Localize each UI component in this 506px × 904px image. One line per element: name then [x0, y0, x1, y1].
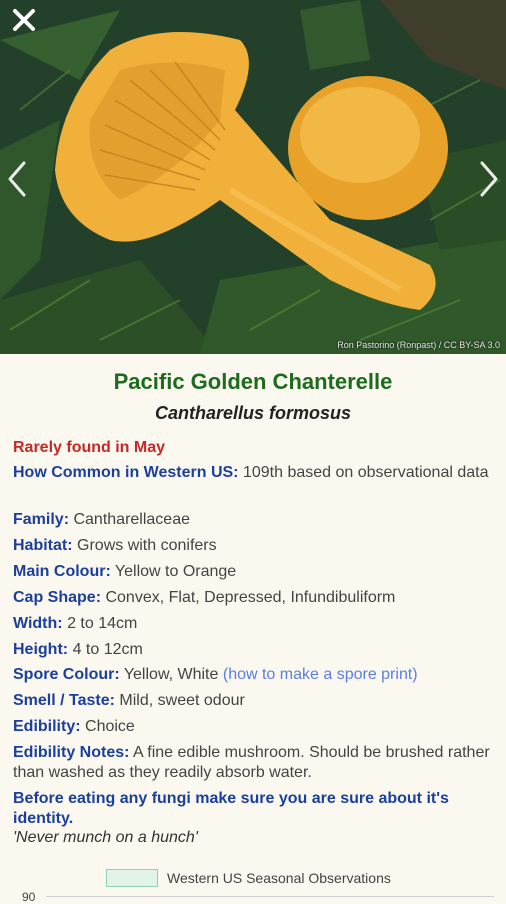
edibility-row: Edibility: Choice — [13, 717, 495, 737]
width-label: Width: — [13, 615, 63, 632]
edibility-notes-row: Edibility Notes: A fine edible mushroom.… — [13, 743, 495, 783]
habitat-value: Grows with conifers — [77, 537, 217, 554]
height-row: Height: 4 to 12cm — [13, 640, 495, 660]
rarity-notice: Rarely found in May — [13, 439, 166, 456]
chevron-right-icon — [480, 161, 498, 197]
width-row: Width: 2 to 14cm — [13, 614, 495, 634]
spore-colour-value: Yellow, White — [123, 666, 219, 683]
next-image-button[interactable] — [478, 160, 500, 198]
chart-y-tick: 90 — [22, 890, 36, 904]
close-icon — [13, 9, 35, 31]
chart-gridline — [46, 896, 494, 897]
chart-legend: Western US Seasonal Observations — [106, 868, 391, 888]
cap-shape-row: Cap Shape: Convex, Flat, Depressed, Infu… — [13, 588, 495, 608]
how-common-label: How Common in Western US: — [13, 464, 239, 481]
chevron-left-icon — [8, 161, 26, 197]
edibility-value: Choice — [85, 718, 135, 735]
how-common-value: 109th based on observational data — [242, 464, 489, 481]
spore-print-link[interactable]: (how to make a spore print) — [223, 666, 418, 683]
smell-row: Smell / Taste: Mild, sweet odour — [13, 691, 495, 711]
width-value: 2 to 14cm — [67, 615, 138, 632]
family-value: Cantharellaceae — [73, 511, 190, 528]
smell-label: Smell / Taste: — [13, 692, 115, 709]
edibility-notes-label: Edibility Notes: — [13, 744, 130, 761]
how-common-row: How Common in Western US: 109th based on… — [13, 463, 495, 483]
close-button[interactable] — [10, 6, 38, 34]
species-common-name: Pacific Golden Chanterelle — [113, 369, 393, 394]
mushroom-photo-image — [0, 0, 506, 354]
family-label: Family: — [13, 511, 70, 528]
habitat-label: Habitat: — [13, 537, 73, 554]
spore-colour-row: Spore Colour: Yellow, White (how to make… — [13, 665, 495, 685]
height-label: Height: — [13, 641, 69, 658]
safety-quote: 'Never munch on a hunch' — [13, 829, 198, 846]
height-value: 4 to 12cm — [72, 641, 143, 658]
species-latin-name: Cantharellus formosus — [154, 403, 352, 423]
edibility-label: Edibility: — [13, 718, 81, 735]
legend-label: Western US Seasonal Observations — [167, 870, 391, 886]
safety-warning: Before eating any fungi make sure you ar… — [13, 790, 449, 827]
photo-credit: Ron Pastorino (Ronpast) / CC BY-SA 3.0 — [337, 340, 500, 350]
species-details: Pacific Golden Chanterelle Cantharellus … — [0, 354, 506, 904]
cap-shape-value: Convex, Flat, Depressed, Infundibuliform — [105, 589, 396, 606]
habitat-row: Habitat: Grows with conifers — [13, 536, 495, 556]
legend-swatch — [106, 869, 158, 887]
cap-shape-label: Cap Shape: — [13, 589, 102, 606]
mushroom-photo: Ron Pastorino (Ronpast) / CC BY-SA 3.0 — [0, 0, 506, 354]
main-colour-value: Yellow to Orange — [114, 563, 237, 580]
main-colour-row: Main Colour: Yellow to Orange — [13, 562, 495, 582]
spore-colour-label: Spore Colour: — [13, 666, 120, 683]
family-row: Family: Cantharellaceae — [13, 510, 495, 530]
main-colour-label: Main Colour: — [13, 563, 111, 580]
previous-image-button[interactable] — [6, 160, 28, 198]
smell-value: Mild, sweet odour — [119, 692, 245, 709]
